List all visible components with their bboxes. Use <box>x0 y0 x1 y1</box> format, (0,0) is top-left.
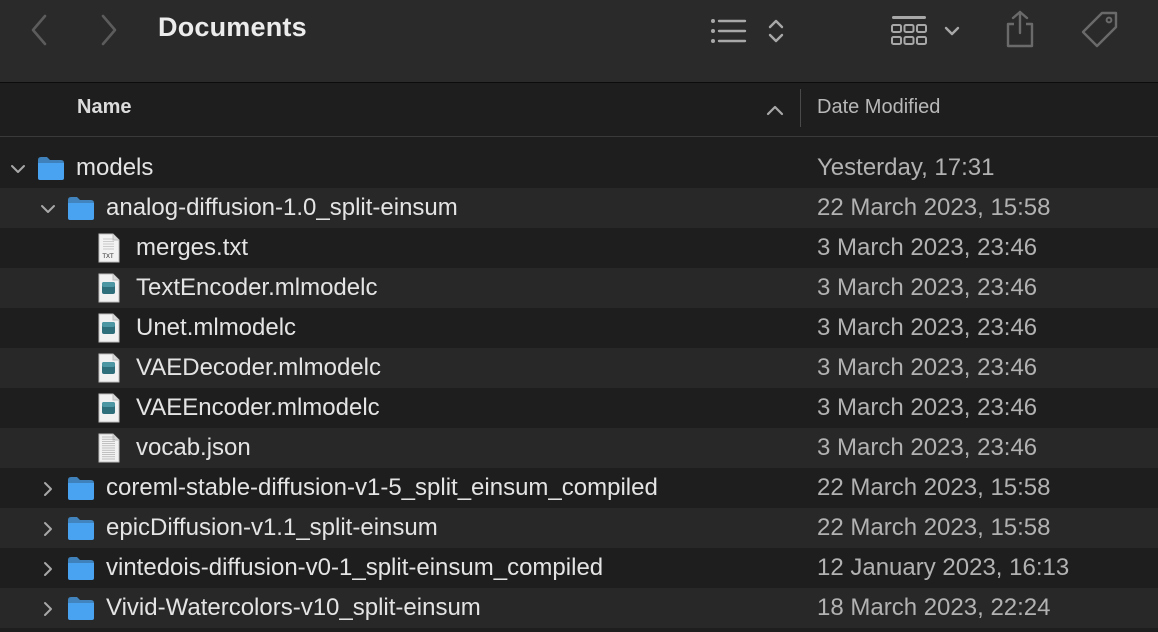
json-file-icon <box>97 433 121 463</box>
folder-row[interactable]: epicDiffusion-v1.1_split-einsum 22 March … <box>0 508 1158 548</box>
finder-window: Documents Name Date Modified models Yest… <box>0 0 1158 632</box>
column-divider[interactable] <box>800 89 801 127</box>
folder-icon <box>66 193 96 223</box>
disclosure-expanded-icon[interactable] <box>8 158 28 178</box>
item-name: coreml-stable-diffusion-v1-5_split_einsu… <box>106 474 658 501</box>
disclosure-collapsed-icon[interactable] <box>38 518 58 538</box>
item-date-modified: 22 March 2023, 15:58 <box>817 194 1051 221</box>
share-button[interactable] <box>998 6 1042 52</box>
item-date-modified: 3 March 2023, 23:46 <box>817 434 1038 461</box>
date-modified-column-header[interactable]: Date Modified <box>817 96 940 119</box>
folder-row[interactable]: Vivid-Watercolors-v10_split-einsum 18 Mar… <box>0 588 1158 628</box>
item-date-modified: 12 January 2023, 16:13 <box>817 554 1070 581</box>
item-name: vintedois-diffusion-v0-1_split-einsum_co… <box>106 554 604 581</box>
item-date-modified: 3 March 2023, 23:46 <box>817 394 1038 421</box>
folder-row[interactable]: analog-diffusion-1.0_split-einsum 22 Marc… <box>0 188 1158 228</box>
list-view-button[interactable] <box>708 10 788 52</box>
back-button[interactable] <box>22 10 56 50</box>
item-name: models <box>76 154 154 181</box>
tag-button[interactable] <box>1076 8 1124 52</box>
up-down-chevron-icon <box>768 19 784 43</box>
folder-icon <box>66 513 96 543</box>
name-column-header[interactable]: Name <box>77 96 131 119</box>
grid-icon <box>891 16 927 45</box>
item-name: vocab.json <box>136 434 251 461</box>
disclosure-collapsed-icon[interactable] <box>38 558 58 578</box>
folder-icon <box>66 473 96 503</box>
folder-row[interactable]: models Yesterday, 17:31 <box>0 148 1158 188</box>
file-row[interactable]: Unet.mlmodelc 3 March 2023, 23:46 <box>0 308 1158 348</box>
disclosure-collapsed-icon[interactable] <box>38 598 58 618</box>
item-name: merges.txt <box>136 234 249 261</box>
folder-icon <box>66 593 96 623</box>
mlmodel-file-icon <box>97 313 121 343</box>
item-date-modified: Yesterday, 17:31 <box>817 154 995 181</box>
file-row[interactable]: vocab.json 3 March 2023, 23:46 <box>0 428 1158 468</box>
item-name: VAEDecoder.mlmodelc <box>136 354 381 381</box>
file-row[interactable]: VAEEncoder.mlmodelc 3 March 2023, 23:46 <box>0 388 1158 428</box>
column-header: Name Date Modified <box>0 83 1158 137</box>
share-icon <box>1006 10 1034 48</box>
file-row[interactable]: VAEDecoder.mlmodelc 3 March 2023, 23:46 <box>0 348 1158 388</box>
item-name: Vivid-Watercolors-v10_split-einsum <box>106 594 481 621</box>
file-row[interactable]: TextEncoder.mlmodelc 3 March 2023, 23:46 <box>0 268 1158 308</box>
item-name: TextEncoder.mlmodelc <box>136 274 378 301</box>
group-view-button[interactable] <box>886 10 966 52</box>
mlmodel-file-icon <box>97 273 121 303</box>
item-date-modified: 3 March 2023, 23:46 <box>817 314 1038 341</box>
chevron-down-icon <box>944 26 960 36</box>
disclosure-collapsed-icon[interactable] <box>38 478 58 498</box>
mlmodel-file-icon <box>97 393 121 423</box>
tag-icon <box>1081 11 1118 48</box>
item-name: analog-diffusion-1.0_split-einsum <box>106 194 458 221</box>
chevron-up-icon[interactable] <box>764 101 786 119</box>
folder-icon <box>66 553 96 583</box>
txt-badge: TXT <box>102 254 114 260</box>
text-file-icon: TXT <box>97 233 121 263</box>
item-date-modified: 18 March 2023, 22:24 <box>817 594 1051 621</box>
list-icon <box>711 19 747 43</box>
toolbar: Documents <box>0 0 1158 83</box>
folder-row[interactable]: vintedois-diffusion-v0-1_split-einsum_co… <box>0 548 1158 588</box>
disclosure-expanded-icon[interactable] <box>38 198 58 218</box>
chevron-right-icon <box>101 14 117 46</box>
item-date-modified: 22 March 2023, 15:58 <box>817 474 1051 501</box>
item-date-modified: 3 March 2023, 23:46 <box>817 234 1038 261</box>
item-date-modified: 3 March 2023, 23:46 <box>817 274 1038 301</box>
item-name: VAEEncoder.mlmodelc <box>136 394 380 421</box>
item-date-modified: 3 March 2023, 23:46 <box>817 354 1038 381</box>
file-row[interactable]: TXT merges.txt 3 March 2023, 23:46 <box>0 228 1158 268</box>
chevron-left-icon <box>31 14 47 46</box>
folder-row[interactable]: coreml-stable-diffusion-v1-5_split_einsu… <box>0 468 1158 508</box>
item-name: epicDiffusion-v1.1_split-einsum <box>106 514 438 541</box>
item-name: Unet.mlmodelc <box>136 314 297 341</box>
mlmodel-file-icon <box>97 353 121 383</box>
forward-button[interactable] <box>92 10 126 50</box>
folder-icon <box>36 153 66 183</box>
window-title: Documents <box>158 12 307 42</box>
file-list: models Yesterday, 17:31 analog-diffusion-1… <box>0 148 1158 628</box>
item-date-modified: 22 March 2023, 15:58 <box>817 514 1051 541</box>
